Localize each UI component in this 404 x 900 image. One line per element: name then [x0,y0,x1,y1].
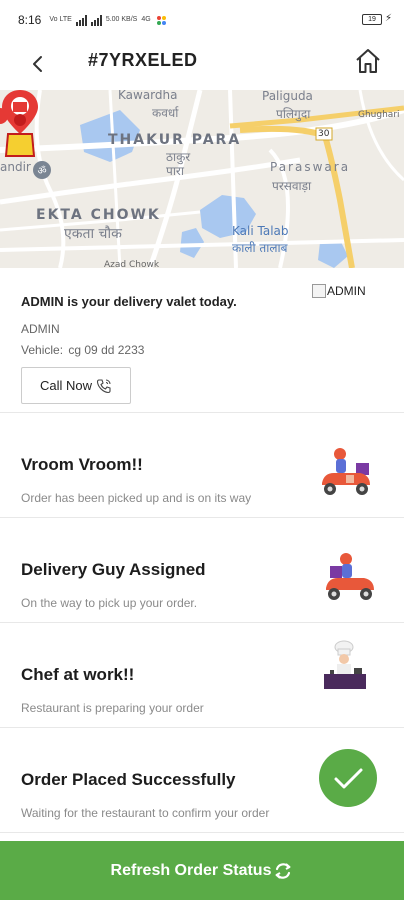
map-label: Kawardha [118,90,178,102]
battery-icon: 19 [362,14,382,25]
phone-icon [96,378,111,393]
valet-avatar: ADMIN [312,284,366,298]
call-now-button[interactable]: Call Now [21,367,131,404]
valet-name: ADMIN [21,322,60,336]
chevron-left-icon [33,56,42,72]
status-step-out-for-delivery: Vroom Vroom!! Order has been picked up a… [0,413,404,518]
charging-icon: ⚡ [384,13,392,24]
status-bar: 8:16 Vo LTE 5.00 KB/S 4G 19 ⚡ [0,0,404,40]
map-label: कवर्धा [152,106,179,120]
back-button[interactable] [22,48,54,80]
map-label: andir [0,160,31,174]
refresh-icon [275,862,291,879]
valet-info-card: ADMIN is your delivery valet today. ADMI… [0,268,404,413]
step-description: Restaurant is preparing your order [21,701,204,715]
network-speed: 5.00 KB/S [105,16,138,23]
status-step-order-placed: Order Placed Successfully Waiting for th… [0,728,404,833]
map-label: काली तालाब [232,241,288,255]
map-label: Azad Chowk [104,260,160,268]
valet-avatar-alt: ADMIN [327,284,366,298]
chef-icon [324,640,366,689]
map-label: पलिगुदा [276,107,311,121]
vehicle-number: cg 09 dd 2233 [68,343,145,357]
valet-title: ADMIN is your delivery valet today. [21,294,237,309]
step-title: Chef at work!! [21,665,135,684]
order-id-title: #7YRXELED [88,50,198,70]
signal-icon [90,14,102,26]
vehicle-label: Vehicle: [21,343,64,357]
app-header: #7YRXELED [0,40,404,90]
road-number: 30 [318,129,330,139]
home-icon [356,49,380,73]
volte-indicator: Vo LTE [49,16,72,23]
delivery-scooter-icon [322,448,370,495]
status-step-preparing: Chef at work!! Restaurant is preparing y… [0,623,404,728]
valet-vehicle: Vehicle: cg 09 dd 2233 [21,343,144,357]
delivery-map[interactable]: ॐ Kawardha कवर्धा Paliguda पलिगुदा Ghugh… [0,90,404,268]
step-description: Waiting for the restaurant to confirm yo… [21,806,270,820]
step-description: Order has been picked up and is on its w… [21,491,252,505]
map-label: Kali Talab [232,224,289,238]
map-label: EKTA CHOWK [36,207,161,223]
refresh-order-status-button[interactable]: Refresh Order Status [0,841,404,900]
broken-image-icon [312,284,326,298]
status-step-delivery-assigned: Delivery Guy Assigned On the way to pick… [0,518,404,623]
network-type: 4G [141,16,151,23]
map-label: पारा [166,164,184,178]
app-notification-icon [156,15,166,25]
refresh-label: Refresh Order Status [110,861,272,879]
status-time: 8:16 [18,13,42,27]
map-label: एकता चौक [64,226,122,242]
map-background: ॐ [0,90,404,268]
delivery-location-marker-icon [2,90,38,157]
call-now-label: Call Now [39,378,92,393]
map-label: परसवाड़ा [272,179,312,193]
step-description: On the way to pick up your order. [21,596,198,610]
check-icon [319,749,377,807]
order-status-steps: Vroom Vroom!! Order has been picked up a… [0,413,404,833]
step-title: Vroom Vroom!! [21,455,143,474]
map-label: THAKUR PARA [108,132,242,148]
step-title: Order Placed Successfully [21,770,236,789]
svg-text:ॐ: ॐ [37,165,46,177]
home-button[interactable] [352,44,384,78]
map-label: Paliguda [262,90,313,103]
map-label: Paraswara [270,160,351,174]
delivery-scooter-icon [326,553,374,600]
step-title: Delivery Guy Assigned [21,560,206,579]
map-label: Ghughari [358,110,400,120]
signal-icon [75,14,87,26]
